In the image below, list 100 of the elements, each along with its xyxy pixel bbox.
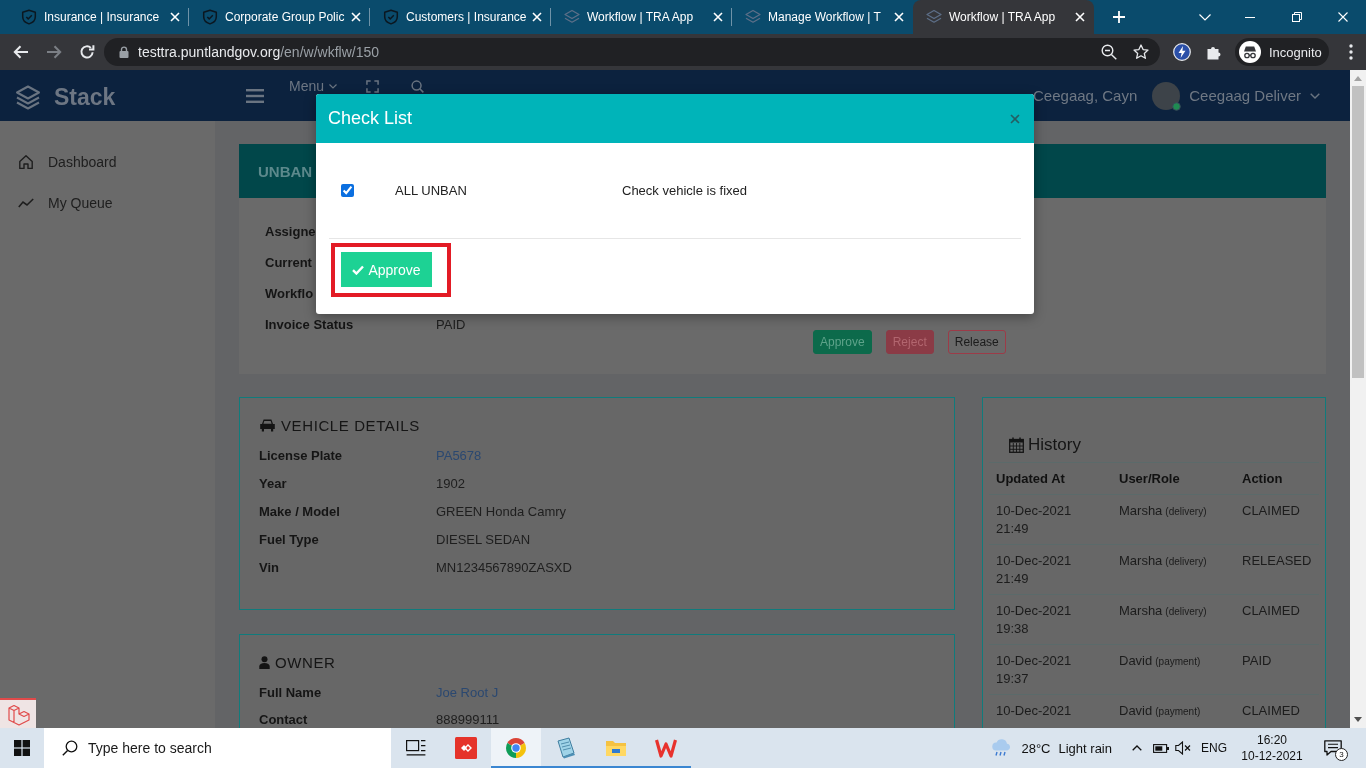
table-cell: CLAIMED bbox=[1242, 703, 1300, 718]
temperature: 28°C bbox=[1021, 740, 1051, 756]
table-cell-text: 10-Dec-2021 19:38 bbox=[996, 602, 1073, 638]
field-label: Workflo bbox=[265, 285, 314, 303]
notepad-app-icon bbox=[555, 737, 577, 759]
chevron-down-icon[interactable] bbox=[1199, 13, 1211, 21]
notification-count: 3 bbox=[1335, 748, 1348, 761]
user-icon bbox=[259, 655, 270, 669]
user-name: Marsha bbox=[1119, 553, 1163, 568]
field-value: 888999111 bbox=[436, 712, 500, 728]
user-name: Marsha bbox=[1119, 503, 1163, 518]
language-indicator[interactable]: ENG bbox=[1201, 741, 1227, 755]
table-cell: RELEASED bbox=[1242, 553, 1312, 568]
chevron-down-icon bbox=[1310, 92, 1320, 99]
scrollbar[interactable] bbox=[1350, 70, 1366, 728]
battery-icon[interactable] bbox=[1153, 743, 1169, 753]
field-label: Assigne bbox=[265, 223, 316, 241]
calendar-icon bbox=[1009, 437, 1024, 453]
field-value: DIESEL SEDAN bbox=[436, 532, 531, 548]
home-icon bbox=[18, 154, 34, 170]
layers-icon bbox=[564, 9, 580, 25]
clock-time[interactable]: 16:20 bbox=[1257, 732, 1287, 748]
field-label: Invoice Status bbox=[265, 316, 354, 334]
lock-icon bbox=[119, 46, 129, 58]
check-icon bbox=[352, 264, 365, 275]
puzzle-icon[interactable] bbox=[1206, 44, 1222, 60]
field-label: Contact bbox=[259, 712, 308, 728]
checkbox[interactable] bbox=[341, 184, 354, 197]
table-cell: CLAIMED bbox=[1242, 603, 1300, 618]
card-title: History bbox=[1028, 435, 1081, 455]
field-value: GREEN Honda Camry bbox=[436, 504, 567, 520]
field-value: MN1234567890ZASXD bbox=[436, 560, 572, 576]
table-cell-text: 10-Dec-2021 19:37 bbox=[996, 652, 1073, 688]
address-bar[interactable]: testtra.puntlandgov.org/en/w/wkflw/150 bbox=[104, 38, 1160, 66]
column-header: User/Role bbox=[1118, 469, 1181, 488]
shield-icon bbox=[383, 9, 399, 25]
cube-logo-icon[interactable] bbox=[0, 698, 36, 728]
stack-logo-icon[interactable] bbox=[15, 84, 41, 111]
taskbar-app-button[interactable] bbox=[491, 728, 541, 768]
caret-up-icon[interactable] bbox=[1132, 745, 1142, 751]
windows-start-icon[interactable] bbox=[14, 740, 30, 756]
table-cell: 10-Dec-2021 bbox=[996, 702, 1072, 720]
browser-app-icon bbox=[505, 737, 527, 759]
account-menu[interactable]: Ceegaag Deliver bbox=[1189, 87, 1320, 104]
w-logo-icon bbox=[655, 737, 677, 759]
field-label: Vin bbox=[259, 560, 279, 576]
expand-icon[interactable] bbox=[366, 80, 380, 93]
brand-name: Stack bbox=[54, 84, 116, 111]
checklist-item-name: ALL UNBAN bbox=[395, 183, 468, 198]
star-icon[interactable] bbox=[1133, 44, 1149, 60]
user-role: (delivery) bbox=[1165, 556, 1207, 567]
checklist-item-description: Check vehicle is fixed bbox=[622, 183, 747, 198]
field-value: 1902 bbox=[436, 476, 465, 492]
notification-icon[interactable] bbox=[1324, 740, 1342, 756]
shield-icon bbox=[202, 9, 218, 25]
car-icon bbox=[259, 418, 276, 432]
scroll-down-icon[interactable] bbox=[1354, 717, 1362, 722]
minimize-icon[interactable] bbox=[1245, 16, 1255, 18]
line-chart-icon bbox=[18, 198, 34, 208]
shield-icon bbox=[21, 9, 37, 25]
layers-icon bbox=[926, 9, 942, 25]
field-label: Fuel Type bbox=[259, 532, 319, 548]
clock-date[interactable]: 10-12-2021 bbox=[1241, 748, 1303, 764]
field-label: Year bbox=[259, 476, 287, 492]
browser-tab[interactable]: Workflow | TRA App bbox=[913, 0, 1094, 34]
kebab-menu-icon[interactable] bbox=[1348, 44, 1353, 60]
field-value: PAID bbox=[436, 316, 466, 334]
speaker-muted-icon[interactable] bbox=[1175, 741, 1191, 755]
lightning-badge-icon[interactable] bbox=[1173, 43, 1191, 61]
caret-icon bbox=[329, 83, 338, 89]
table-cell: CLAIMED bbox=[1242, 503, 1300, 518]
browser-tab[interactable]: Manage Workflow | T bbox=[732, 0, 913, 34]
column-header: Action bbox=[1241, 469, 1284, 488]
search-icon[interactable] bbox=[411, 80, 425, 93]
incognito-icon bbox=[1239, 41, 1261, 63]
column-header: Updated At bbox=[995, 469, 1066, 488]
zoom-out-icon[interactable] bbox=[1101, 44, 1117, 60]
avatar[interactable] bbox=[1152, 81, 1181, 110]
scrollbar-thumb[interactable] bbox=[1352, 86, 1364, 378]
menu-button[interactable]: Menu bbox=[289, 79, 338, 93]
user-name: David bbox=[1119, 653, 1153, 668]
restore-icon[interactable] bbox=[1292, 12, 1302, 22]
layers-icon bbox=[745, 9, 761, 25]
user-name: David bbox=[1119, 703, 1153, 718]
reload-icon[interactable] bbox=[79, 44, 95, 60]
user-role: (payment) bbox=[1155, 706, 1201, 717]
card-title: VEHICLE DETAILS bbox=[281, 416, 420, 434]
user-display-name: Ceegaag, Cayn bbox=[1033, 87, 1138, 104]
field-label: Current bbox=[265, 254, 312, 272]
task-view-icon[interactable] bbox=[406, 740, 426, 756]
table-cell-text: 10-Dec-2021 21:49 bbox=[996, 552, 1073, 588]
user-role: (delivery) bbox=[1165, 506, 1207, 517]
field-label: License Plate bbox=[259, 448, 343, 464]
user-role: (payment) bbox=[1155, 656, 1201, 667]
plus-icon[interactable] bbox=[1113, 11, 1125, 23]
menu-icon[interactable] bbox=[246, 88, 264, 103]
incognito-button[interactable]: Incognito bbox=[1235, 38, 1329, 66]
search-field[interactable]: Type here to search bbox=[44, 728, 391, 768]
back-arrow-icon[interactable] bbox=[13, 45, 29, 59]
table-cell-text: 10-Dec-2021 21:49 bbox=[996, 502, 1073, 538]
